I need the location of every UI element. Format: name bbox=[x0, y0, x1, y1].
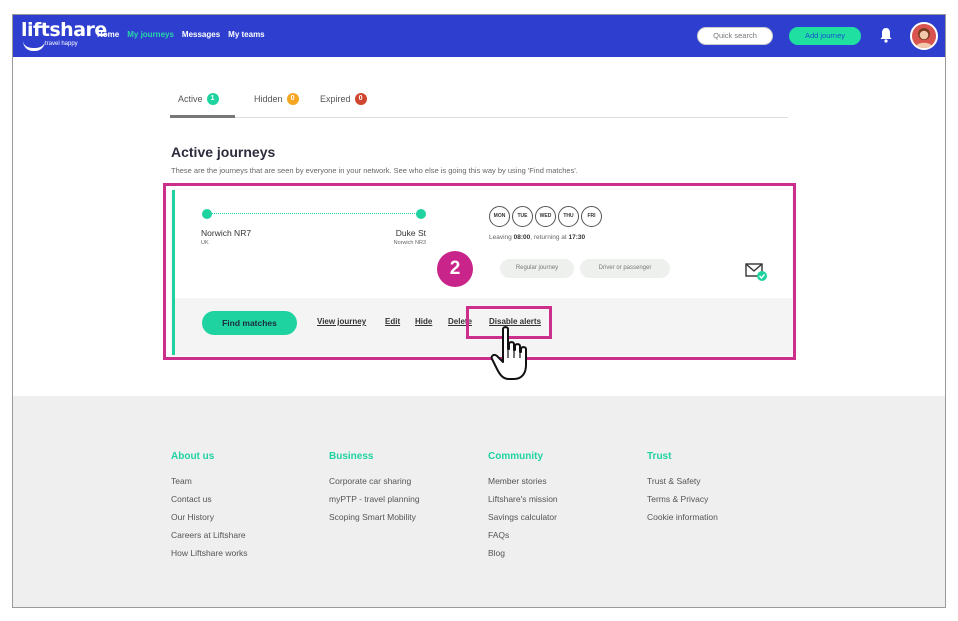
tab-expired[interactable]: Expired 0 bbox=[320, 93, 367, 105]
footer-heading: Trust bbox=[647, 451, 672, 462]
footer-heading: Community bbox=[488, 451, 543, 462]
tab-label: Hidden bbox=[254, 94, 283, 104]
page-subtitle: These are the journeys that are seen by … bbox=[171, 166, 578, 175]
footer-column-business: Business Corporate car sharing myPTP - t… bbox=[329, 451, 420, 528]
step-number-badge: 2 bbox=[437, 251, 473, 287]
footer-column-trust: Trust Trust & Safety Terms & Privacy Coo… bbox=[647, 451, 718, 528]
main-nav: Home My journeys Messages My teams bbox=[97, 30, 265, 39]
page-title: Active journeys bbox=[171, 144, 276, 160]
liftshare-logo[interactable]: liftshare travel happy bbox=[21, 19, 107, 51]
tab-active[interactable]: Active 1 bbox=[178, 93, 219, 105]
site-footer: About us Team Contact us Our History Car… bbox=[13, 396, 945, 607]
footer-link[interactable]: Corporate car sharing bbox=[329, 474, 420, 492]
footer-heading: About us bbox=[171, 451, 215, 462]
avatar[interactable] bbox=[910, 22, 938, 50]
footer-column-about: About us Team Contact us Our History Car… bbox=[171, 451, 248, 564]
footer-link[interactable]: How Liftshare works bbox=[171, 546, 248, 564]
nav-my-teams[interactable]: My teams bbox=[228, 30, 264, 39]
count-badge: 0 bbox=[286, 93, 299, 105]
tab-label: Active bbox=[178, 94, 203, 104]
add-journey-button[interactable]: Add journey bbox=[789, 27, 861, 45]
avatar-image bbox=[912, 24, 936, 48]
footer-link[interactable]: FAQs bbox=[488, 528, 558, 546]
bell-icon[interactable] bbox=[879, 27, 893, 43]
footer-link[interactable]: Our History bbox=[171, 510, 248, 528]
nav-my-journeys[interactable]: My journeys bbox=[127, 30, 174, 39]
nav-home[interactable]: Home bbox=[97, 30, 119, 39]
tab-hidden[interactable]: Hidden 0 bbox=[254, 93, 299, 105]
footer-link[interactable]: Terms & Privacy bbox=[647, 492, 718, 510]
footer-column-community: Community Member stories Liftshare's mis… bbox=[488, 451, 558, 564]
tab-label: Expired bbox=[320, 94, 351, 104]
count-badge: 0 bbox=[354, 93, 367, 105]
footer-link[interactable]: Trust & Safety bbox=[647, 474, 718, 492]
footer-link[interactable]: Blog bbox=[488, 546, 558, 564]
quick-search-button[interactable]: Quick search bbox=[697, 27, 773, 45]
journey-tabs: Active 1 Hidden 0 Expired 0 bbox=[170, 91, 788, 118]
logo-tagline: travel happy bbox=[45, 41, 78, 47]
footer-link[interactable]: Contact us bbox=[171, 492, 248, 510]
footer-link[interactable]: Careers at Liftshare bbox=[171, 528, 248, 546]
footer-link[interactable]: myPTP - travel planning bbox=[329, 492, 420, 510]
footer-link[interactable]: Cookie information bbox=[647, 510, 718, 528]
footer-link[interactable]: Savings calculator bbox=[488, 510, 558, 528]
count-badge: 1 bbox=[206, 93, 219, 105]
top-navbar: liftshare travel happy Home My journeys … bbox=[13, 15, 945, 57]
nav-messages[interactable]: Messages bbox=[182, 30, 220, 39]
active-tab-indicator bbox=[170, 115, 235, 118]
hand-pointer-icon bbox=[490, 326, 527, 380]
footer-link[interactable]: Scoping Smart Mobility bbox=[329, 510, 420, 528]
footer-link[interactable]: Team bbox=[171, 474, 248, 492]
footer-heading: Business bbox=[329, 451, 374, 462]
footer-link[interactable]: Member stories bbox=[488, 474, 558, 492]
logo-wordmark: liftshare bbox=[21, 19, 107, 41]
logo-smile-icon bbox=[23, 41, 45, 51]
footer-link[interactable]: Liftshare's mission bbox=[488, 492, 558, 510]
